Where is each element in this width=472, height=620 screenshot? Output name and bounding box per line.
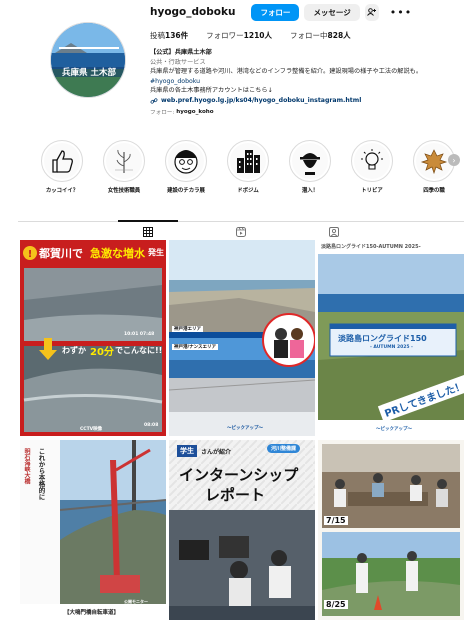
- post-2-image: [169, 240, 315, 436]
- post-1-sub-2: でこんなに!!: [115, 346, 163, 355]
- post-6-date-1: 7/15: [324, 516, 348, 525]
- tab-active-indicator: [118, 220, 178, 222]
- tab-posts[interactable]: [142, 226, 154, 237]
- buildings-icon: [237, 150, 260, 173]
- following-count[interactable]: フォロー中828人: [290, 30, 351, 41]
- highlight-1[interactable]: カッコイイ？: [34, 140, 90, 194]
- post-6[interactable]: 7/15 8/25: [318, 440, 464, 620]
- post-2[interactable]: 神戸港エリア 神戸港/ナンスエリア 〜ピックアップ〜: [169, 240, 315, 436]
- highlight-label: 建設のチカラ展: [167, 188, 205, 194]
- post-2-tag-2: 神戸港/ナンスエリア: [172, 344, 219, 350]
- post-1-image: !: [20, 240, 166, 436]
- tab-tagged[interactable]: [328, 226, 340, 237]
- reels-icon: [236, 226, 246, 237]
- highlight-6[interactable]: トリビア: [344, 140, 400, 194]
- plant-sketch-icon: [115, 149, 133, 173]
- story-highlights: カッコイイ？ 女性技術職員 建設のチカラ展 ドボジム 潜入！ トリビア 四季の職…: [0, 140, 472, 196]
- post-4-caption: 【大鳴門橋自転車道】: [64, 610, 120, 616]
- avatar-text: 兵庫県 土木部: [62, 67, 116, 78]
- posts-count: 投稿136件: [150, 31, 189, 40]
- svg-text:!: !: [28, 249, 33, 260]
- post-1-timestamp-2: 08:08: [144, 423, 159, 428]
- profile-stats: 投稿136件 フォロワー1210人 フォロー中828人: [150, 30, 369, 41]
- post-5[interactable]: 学生 さんが紹介 河川整備課 インターンシップ レポート: [169, 440, 315, 620]
- highlight-label: 四季の職: [423, 188, 445, 194]
- avatar-image: 兵庫県 土木部: [51, 23, 125, 97]
- profile-topline: hyogo_doboku フォロー メッセージ •••: [150, 2, 412, 22]
- post-4-vertical-2: 明石海峡大橋: [23, 448, 30, 484]
- suggest-add-button[interactable]: [364, 3, 379, 21]
- post-5-title-2: レポート: [205, 486, 266, 504]
- add-user-icon: [367, 8, 377, 16]
- post-3[interactable]: 淡路島ロングライド150-AUTUMN 2025- 淡路島ロングライド150 -…: [318, 240, 464, 436]
- post-1-title-c: 発生: [148, 248, 164, 257]
- highlight-label: ドボジム: [237, 188, 259, 194]
- follow-button[interactable]: フォロー: [251, 3, 300, 21]
- post-5-title-1: インターンシップ: [179, 466, 299, 484]
- followed-by-label: フォロー:: [150, 110, 175, 116]
- leaf-icon: [420, 149, 448, 175]
- post-5-by: さんが紹介: [201, 449, 232, 456]
- thumbs-up-icon: [52, 150, 73, 173]
- highlight-3[interactable]: 建設のチカラ展: [158, 140, 214, 194]
- post-4-vertical-1: これから本格的に: [37, 448, 45, 500]
- lightbulb-icon: [361, 149, 383, 170]
- more-options-icon[interactable]: •••: [390, 6, 412, 19]
- post-1-timestamp-1: 10:01 07:48: [124, 332, 155, 337]
- post-1-title-b: 急激な増水: [90, 247, 145, 260]
- highlight-7[interactable]: 四季の職: [406, 140, 462, 194]
- post-6-image: [318, 440, 464, 620]
- message-button[interactable]: メッセージ: [304, 3, 360, 21]
- link-icon: [150, 98, 158, 104]
- post-5-pill: 河川整備課: [267, 444, 301, 453]
- category: 公共・行政サービス: [150, 58, 206, 66]
- post-4-badge: 公開モニター: [124, 599, 148, 604]
- post-6-date-2: 8/25: [324, 600, 348, 609]
- post-3-footer: 〜ピックアップ〜: [376, 427, 412, 432]
- highlight-label: カッコイイ？: [45, 188, 79, 194]
- followed-by-user: hyogo_koho: [176, 109, 214, 115]
- highlights-next-button[interactable]: ›: [448, 154, 460, 166]
- username: hyogo_doboku: [150, 6, 236, 18]
- highlight-label: 女性技術職員: [107, 188, 141, 194]
- highlight-label: 潜入！: [301, 188, 319, 194]
- post-1-title-a: 都賀川で: [39, 247, 83, 260]
- post-3-header: 淡路島ロングライド150-AUTUMN 2025-: [321, 244, 421, 250]
- post-4[interactable]: 明石海峡大橋 これから本格的に 公開モニター 【大鳴門橋自転車道】: [20, 440, 166, 620]
- bio-line-1: 兵庫県が管理する道路や河川、港湾などのインフラ整備を紹介。建設現場の様子や工法の…: [150, 68, 423, 76]
- character-icon: [174, 150, 198, 174]
- highlight-2[interactable]: 女性技術職員: [96, 140, 152, 194]
- bio-hashtag[interactable]: #hyogo_doboku: [150, 77, 470, 87]
- followers-count[interactable]: フォロワー1210人: [206, 30, 272, 41]
- post-3-banner: 淡路島ロングライド150: [338, 334, 427, 343]
- post-2-footer: 〜ピックアップ〜: [227, 426, 263, 431]
- tagged-icon: [329, 226, 339, 237]
- tab-divider: [18, 221, 464, 222]
- full-name: 【公式】兵庫県土木部: [150, 49, 212, 56]
- bio-link-text: web.pref.hyogo.lg.jp/ks04/hyogo_doboku_i…: [161, 96, 362, 104]
- post-1-minutes: 20分: [90, 347, 114, 358]
- post-5-name-badge: 学生: [177, 445, 197, 457]
- tab-reels[interactable]: [235, 226, 247, 237]
- post-1-sub: わずか: [62, 346, 86, 355]
- detective-icon: [300, 153, 320, 175]
- followed-by[interactable]: フォロー: hyogo_koho: [150, 108, 214, 116]
- posts-grid: ! 都賀川で 急激な増水 発生 10:01 07:48 わずか 20分 でこんな…: [20, 240, 464, 620]
- highlight-4[interactable]: ドボジム: [220, 140, 276, 194]
- post-1-caption: CCTV映像: [80, 427, 103, 432]
- bio-link[interactable]: web.pref.hyogo.lg.jp/ks04/hyogo_doboku_i…: [150, 96, 470, 106]
- profile-avatar[interactable]: 兵庫県 土木部: [50, 22, 126, 98]
- post-3-banner-sub: - AUTUMN 2025 -: [370, 345, 413, 350]
- bio-line-2: 兵庫県の各土木事務所アカウントはこちら↓: [150, 87, 273, 95]
- post-2-tag-1: 神戸港エリア: [172, 326, 203, 332]
- profile-bio: 【公式】兵庫県土木部 公共・行政サービス 兵庫県が管理する道路や河川、港湾などの…: [150, 48, 470, 106]
- highlight-5[interactable]: 潜入！: [282, 140, 338, 194]
- highlight-label: トリビア: [361, 188, 383, 194]
- post-1[interactable]: ! 都賀川で 急激な増水 発生 10:01 07:48 わずか 20分 でこんな…: [20, 240, 166, 436]
- grid-icon: [143, 226, 153, 237]
